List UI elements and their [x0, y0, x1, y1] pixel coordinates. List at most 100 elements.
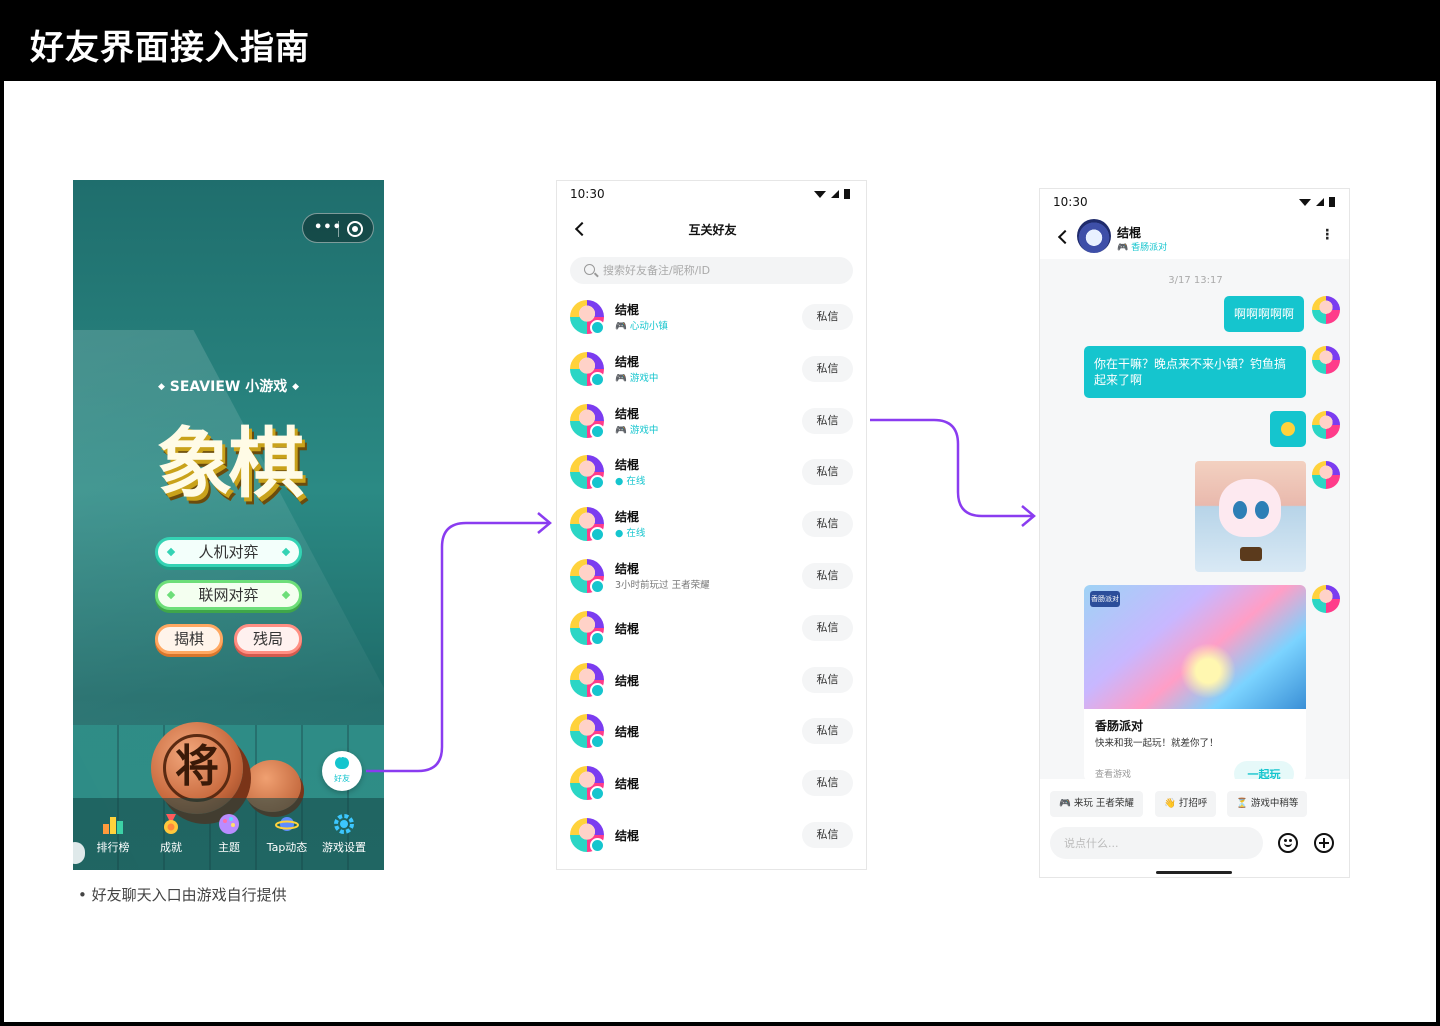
private-message-button[interactable]: 私信: [802, 666, 853, 693]
private-message-button[interactable]: 私信: [802, 304, 853, 330]
friend-avatar[interactable]: [570, 507, 605, 543]
contact-avatar[interactable]: [1077, 219, 1111, 253]
friend-list-screen: 10:30 互关好友 结棍🎮 心动小镇私信结棍🎮 游戏中私信结棍🎮 游戏中私信结…: [556, 180, 867, 870]
endgame-label: 残局: [252, 630, 283, 648]
chat-screen: 10:30 结棍 🎮 香肠派对 · · · 3/17 13:17 啊啊啊啊啊 你在干…: [1039, 188, 1350, 878]
smiley-face-icon: [1281, 422, 1295, 436]
chat-bubble-icon: [335, 753, 349, 769]
contact-game-status: 🎮 香肠派对: [1117, 240, 1167, 253]
friend-search-box[interactable]: [570, 257, 853, 284]
friend-name: 结棍: [615, 673, 640, 688]
capsule-divider: [338, 221, 339, 237]
private-message-button[interactable]: 私信: [802, 718, 853, 745]
my-avatar: [1312, 411, 1340, 439]
friend-avatar[interactable]: [570, 351, 605, 387]
tab-achievement[interactable]: 成就: [142, 812, 200, 855]
friend-row[interactable]: 结棍 🎮 游戏中 私信: [557, 395, 866, 447]
private-message-button[interactable]: 私信: [802, 407, 853, 434]
friend-row[interactable]: 结棍 私信: [557, 602, 866, 654]
emoji-icon[interactable]: [1278, 833, 1298, 853]
plus-icon[interactable]: [1314, 833, 1334, 853]
game-invite-card[interactable]: 香肠派对 香肠派对 快来和我一起玩！就差你了！ 查看游戏 一起玩: [1084, 585, 1306, 781]
search-icon: [584, 264, 595, 275]
gear-icon: [334, 814, 354, 834]
tab-tap-feed[interactable]: Tap动态: [258, 812, 316, 855]
friend-row[interactable]: 结棍 私信: [557, 809, 866, 861]
tab-theme[interactable]: 主题: [200, 812, 258, 855]
tab-game-settings-label: 游戏设置: [322, 841, 366, 854]
friend-avatar[interactable]: [570, 610, 605, 646]
status-icons: [1299, 197, 1335, 207]
jieqi-label: 揭棋: [173, 630, 204, 648]
friend-status: 🎮 游戏中: [615, 370, 658, 384]
jieqi-button[interactable]: 揭棋: [155, 624, 223, 654]
friend-status-text: 心动小镇: [629, 321, 668, 332]
friend-row[interactable]: 结棍 3小时前玩过 王者荣耀 私信: [557, 550, 866, 602]
friend-avatar[interactable]: [570, 300, 605, 335]
friend-name: 结棍: [615, 829, 640, 843]
private-message-button[interactable]: 私信: [802, 770, 853, 797]
search-input[interactable]: [603, 261, 843, 280]
emoji-sticker[interactable]: [1270, 411, 1306, 447]
message-bubble[interactable]: 你在干嘛？晚点来不来小镇？钓鱼搞起来了啊: [1084, 346, 1306, 398]
tab-leaderboard[interactable]: 排行榜: [84, 812, 142, 855]
quick-reply-chip[interactable]: ⏳ 游戏中稍等: [1227, 791, 1308, 817]
private-message-button[interactable]: 私信: [802, 563, 853, 589]
friend-row[interactable]: 结棍 🎮 心动小镇 私信: [557, 291, 866, 343]
friend-row[interactable]: 结棍 🎮 游戏中 私信: [557, 343, 866, 395]
status-time: 10:30: [1053, 195, 1088, 209]
gamepad-icon: 🎮: [615, 372, 630, 384]
message-bubble[interactable]: 啊啊啊啊啊: [1223, 296, 1304, 332]
back-chevron-icon[interactable]: [1057, 229, 1073, 245]
my-avatar: [1312, 346, 1340, 374]
diamond-pip-icon: [166, 590, 176, 600]
friend-avatar[interactable]: [570, 714, 605, 750]
chat-header: 10:30 结棍 🎮 香肠派对 · · ·: [1040, 189, 1349, 259]
palette-icon: [219, 814, 239, 834]
friend-status-text: 游戏中: [629, 424, 659, 436]
friend-row[interactable]: 结棍 私信: [557, 654, 866, 706]
tab-achievement-label: 成就: [160, 841, 182, 854]
friend-avatar[interactable]: [570, 662, 605, 698]
friend-avatar[interactable]: [570, 403, 605, 439]
friend-row[interactable]: 结棍 私信: [557, 757, 866, 809]
online-dot-icon: ●: [615, 476, 627, 488]
private-message-button[interactable]: 私信: [802, 459, 853, 486]
photo-bow: [1240, 547, 1262, 561]
close-target-icon[interactable]: [347, 221, 363, 237]
endgame-button[interactable]: 残局: [234, 624, 302, 654]
photo-message[interactable]: [1195, 461, 1306, 572]
friend-avatar[interactable]: [570, 818, 605, 853]
friend-avatar[interactable]: [570, 559, 605, 594]
more-vertical-icon[interactable]: · · ·: [1325, 224, 1330, 246]
private-message-button[interactable]: 私信: [802, 822, 853, 848]
photo-eye: [1255, 501, 1269, 519]
gamepad-icon: 🎮: [615, 321, 630, 332]
friend-row[interactable]: 结棍 ● 在线 私信: [557, 498, 866, 550]
private-message-button[interactable]: 私信: [802, 614, 853, 641]
friend-row[interactable]: 结棍 ● 在线 私信: [557, 446, 866, 498]
online-dot-icon: ●: [615, 528, 627, 540]
friend-row[interactable]: 结棍 私信: [557, 705, 866, 757]
contact-game-label: 香肠派对: [1131, 243, 1168, 253]
private-message-button[interactable]: 私信: [802, 511, 853, 538]
play-together-button[interactable]: 一起玩: [1234, 761, 1294, 781]
my-avatar: [1312, 585, 1340, 613]
vs-ai-button[interactable]: 人机对弈: [155, 537, 302, 567]
friend-status: ● 在线: [615, 473, 645, 487]
quick-reply-chip[interactable]: 👋 打招呼: [1155, 791, 1217, 817]
friend-name: 结棍: [615, 458, 640, 473]
friend-name: 结棍: [615, 510, 640, 525]
online-match-button[interactable]: 联网对弈: [155, 580, 302, 610]
friend-avatar[interactable]: [570, 455, 605, 491]
friend-avatar[interactable]: [570, 766, 605, 802]
message-input[interactable]: [1050, 827, 1263, 859]
quick-reply-chip[interactable]: 🎮 来玩 王者荣耀: [1050, 791, 1143, 817]
status-icons: [814, 189, 850, 199]
tab-game-settings[interactable]: 游戏设置: [315, 812, 373, 855]
miniprogram-capsule[interactable]: •••: [302, 213, 374, 243]
friend-entry-button[interactable]: 好友: [322, 751, 362, 791]
medal-icon: [164, 814, 178, 834]
private-message-button[interactable]: 私信: [802, 355, 853, 382]
tab-tap-feed-label: Tap动态: [266, 841, 308, 854]
